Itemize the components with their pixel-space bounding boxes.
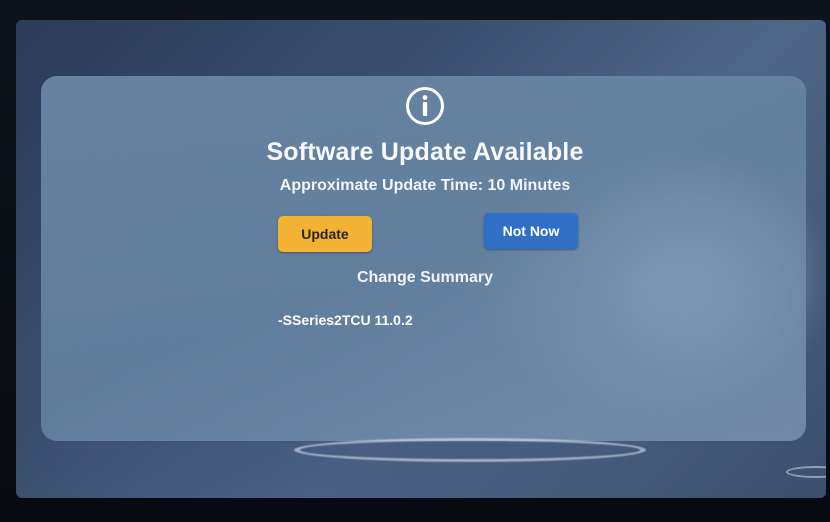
change-summary-item: -SSeries2TCU 11.0.2 <box>278 312 413 328</box>
not-now-button[interactable]: Not Now <box>484 213 578 249</box>
change-summary-heading: Change Summary <box>356 269 494 286</box>
touch-screen: Software Update Available Approximate Up… <box>16 20 826 498</box>
device-bezel: Software Update Available Approximate Up… <box>0 0 830 522</box>
update-button[interactable]: Update <box>278 216 372 252</box>
software-update-dialog: Software Update Available Approximate Up… <box>41 76 806 441</box>
dialog-title: Software Update Available <box>266 138 584 166</box>
info-circle-icon <box>406 87 444 125</box>
screen-smudge <box>294 438 646 462</box>
update-time-text: Approximate Update Time: 10 Minutes <box>279 177 571 194</box>
screen-smudge-small <box>786 466 826 478</box>
